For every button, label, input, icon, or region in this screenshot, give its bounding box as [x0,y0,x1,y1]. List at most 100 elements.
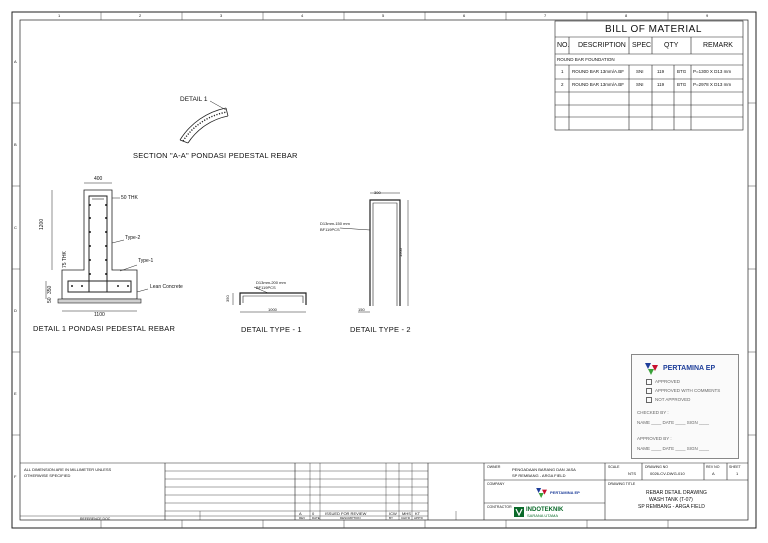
section-title: SECTION "A-A" PONDASI PEDESTAL REBAR [133,151,298,160]
stamp-brand: PERTAMINA EP [663,365,716,372]
general-notes-line-2: OTHERWISE SPECIFIED [24,473,71,478]
stamp-approved-by: APPROVED BY : [637,436,672,441]
grid-col-5: 5 [382,13,385,18]
bom-row-unit: BTG [677,82,687,87]
scale-value: NTS [628,471,636,476]
stamp-approved-fields: NAME ____ DATE ____ SIGN ____ [637,446,709,451]
company-label: COMPANY [487,482,505,486]
type2-dim-bottom: 150 [358,307,365,312]
rev-label-chk: CHK'D [401,516,411,520]
bom-title: BILL OF MATERIAL [605,24,702,35]
type2-dim-side: 1500 [398,248,403,257]
rev-no: A [712,471,715,476]
grid-col-3: 3 [220,13,223,18]
detail1-title: DETAIL 1 PONDASI PEDESTAL REBAR [33,324,176,333]
drawing-no: 0026-CV-DWG-010 [650,471,685,476]
pertamina-logo-icon [645,363,658,375]
bom-row-spec: SNI [636,69,644,74]
bom-header-description: DESCRIPTION [578,42,626,49]
type2-note-2: BF119PCS [320,227,340,232]
drawing-title-line-2: WASH TANK (T-07) [649,497,693,503]
stamp-option-approved-comments[interactable]: APPROVED WITH COMMENTS [646,388,720,394]
type2-note-1: D13mm-150 mm [320,221,350,226]
type2-dim-top: 300 [374,190,381,195]
detail1-type1-label: Type-1 [138,258,154,264]
grid-row-a: A [14,59,17,64]
rev-no-label: REV NO [706,465,720,469]
type2-title: DETAIL TYPE - 2 [350,325,411,334]
detail1-dim-height: 1200 [39,218,45,230]
bom-group: ROUND BAR FOUNDATION [557,57,615,62]
contractor-sub: SARANA UTAMA [527,513,559,518]
bom-row-qty: 119 [657,69,665,74]
grid-col-2: 2 [139,13,142,18]
bom-row-no: 2 [561,82,564,87]
grid-col-1: 1 [58,13,61,18]
grid-col-7: 7 [544,13,547,18]
drawing-title-line-1: REBAR DETAIL DRAWING [646,490,707,496]
bom-header-spec: SPEC [632,42,652,49]
grid-row-d: D [14,308,17,313]
sheet-no: 1 [736,471,739,476]
indoteknik-logo-icon [514,507,524,517]
detail1-dim-top: 400 [94,176,103,182]
project-name: PENGADAAN BARANG DAN JASA [512,467,576,472]
grid-col-9: 9 [706,13,709,18]
company-brand: PERTAMINA EP [550,490,580,495]
bom-row-desc: ROUND BAR 13mm/A.BF [572,69,625,74]
reference-doc-label: REFERENCE DOC [80,517,111,521]
bom-row-unit: BTG [677,69,687,74]
detail1-dim-thk: 50 THK [121,195,138,201]
detail1-dim-bottom: 1100 [94,312,105,318]
rev-label-rev: REV [299,516,306,520]
bom-row-no: 1 [561,69,564,74]
general-notes-line-1: ALL DIMENSION ARE IN MILLIMETER UNLESS [24,467,112,472]
detail1-dim-350: 350 [47,285,53,294]
grid-col-4: 4 [301,13,304,18]
checkbox-icon [646,397,652,403]
grid-row-e: E [14,391,17,396]
rev-label-app: APP'D [414,516,423,520]
grid-col-6: 6 [463,13,466,18]
rev-label-by: BY [389,516,394,520]
detail1-dim-thk75: 75 THK [62,251,68,268]
bom-row-spec: SNI [636,82,644,87]
grid-col-8: 8 [625,13,628,18]
stamp-option-not-approved[interactable]: NOT APPROVED [646,397,690,403]
drawing-title-label: DRAWING TITLE [608,482,636,486]
bom-header-no: NO. [557,42,570,49]
detail1-dim-50: 50 [47,297,53,303]
grid-row-c: C [14,225,17,230]
pertamina-logo-small-icon [536,488,547,498]
stamp-checked-by: CHECKED BY : [637,410,669,415]
scale-label: SCALE [608,465,620,469]
section-detail-tag: DETAIL 1 [180,96,208,103]
rev-label-date: DATE [312,516,320,520]
bom-row-remark: P=2978 X D13 mm [693,82,732,87]
stamp-checked-fields: NAME ____ DATE ____ SIGN ____ [637,420,709,425]
rev-label-desc: DESCRIPTION [340,516,361,520]
bom-header-qty: QTY [664,42,679,49]
type1-dim-h: 350 [225,295,230,302]
type1-title: DETAIL TYPE - 1 [241,325,302,334]
bom-row-qty: 119 [657,82,665,87]
contractor-label: CONTRACTOR [487,505,512,509]
drawing-title-line-3: SP REMBANG - ARGA FIELD [638,504,705,510]
checkbox-icon [646,379,652,385]
bom-header-remark: REMARK [703,42,733,49]
detail1-type2-label: Type-2 [125,235,141,241]
detail1-lean-concrete: Lean Concrete [150,284,183,290]
stamp-option-approved[interactable]: APPROVED [646,379,680,385]
bom-row-desc: ROUND BAR 13mm/A.BF [572,82,625,87]
type1-dim-len: 1000 [268,307,277,312]
approval-stamp: PERTAMINA EP APPROVED APPROVED WITH COMM… [631,354,739,459]
type1-note-2: BF119PCS [256,285,276,290]
drawing-sheet [11,11,757,529]
bom-row-remark: P=1300 X D13 mm [693,69,732,74]
checkbox-icon [646,388,652,394]
owner-label: OWNER [487,465,501,469]
grid-row-f: F [14,474,17,479]
sheet-label: SHEET [729,465,741,469]
grid-row-b: B [14,142,17,147]
drawing-no-label: DRAWING NO [645,465,669,469]
